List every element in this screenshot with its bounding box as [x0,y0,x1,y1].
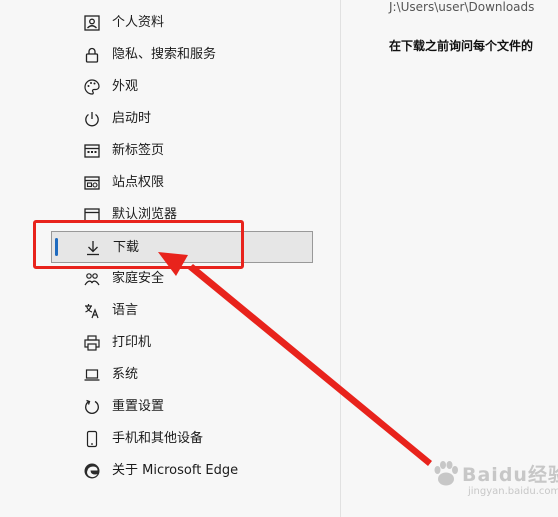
sidebar-item-appearance[interactable]: 外观 [51,71,313,103]
sidebar-item-reset[interactable]: 重置设置 [51,391,313,423]
sidebar-item-label: 打印机 [112,335,152,350]
sidebar-item-printers[interactable]: 打印机 [51,327,313,359]
sidebar-item-label: 启动时 [112,111,152,126]
sidebar-item-startup[interactable]: 启动时 [51,103,313,135]
baidu-paw-icon [434,461,458,486]
watermark-text: Baidu经验 [462,464,558,486]
sidebar-item-label: 默认浏览器 [112,207,178,222]
sidebar-item-about[interactable]: 关于 Microsoft Edge [51,455,313,487]
active-indicator [55,238,58,256]
sidebar-item-label: 系统 [112,367,139,382]
downloads-settings-panel: J:\Users\user\Downloads 在下载之前询问每个文件的 [341,0,558,517]
download-location-path: J:\Users\user\Downloads [389,0,535,14]
watermark-url: jingyan.baidu.com [468,486,558,497]
sidebar-item-downloads[interactable]: 下载 [51,231,313,263]
baidu-watermark: Baidu经验 jingyan.baidu.com [428,455,558,505]
new-tab-icon [84,144,100,158]
printer-icon [84,335,100,351]
sidebar-item-label: 家庭安全 [112,271,165,286]
sidebar-item-system[interactable]: 系统 [51,359,313,391]
sidebar-item-label: 站点权限 [112,175,165,190]
reset-icon [85,399,99,414]
ask-before-download-setting-label: 在下载之前询问每个文件的 [389,39,534,53]
sidebar-item-label: 重置设置 [112,399,165,414]
laptop-icon [84,369,100,381]
browser-icon [84,208,100,222]
edge-logo-icon [84,463,100,479]
sidebar-item-language[interactable]: 语言 [51,295,313,327]
palette-icon [84,79,100,95]
sidebar-item-label: 手机和其他设备 [112,431,204,446]
download-icon [87,241,99,256]
lock-icon [85,47,99,63]
sidebar-item-new-tab[interactable]: 新标签页 [51,135,313,167]
sidebar-item-default-browser[interactable]: 默认浏览器 [51,199,313,231]
site-permissions-icon [84,176,100,190]
sidebar-item-label: 语言 [112,303,139,318]
sidebar-item-label: 外观 [112,79,139,94]
sidebar-item-label: 个人资料 [112,15,165,30]
language-icon [85,304,99,319]
sidebar-item-label: 下载 [113,240,140,255]
sidebar-item-family-safety[interactable]: 家庭安全 [51,263,313,295]
profile-icon [84,15,100,31]
phone-icon [86,430,98,448]
sidebar-item-label: 关于 Microsoft Edge [112,463,239,478]
sidebar-item-label: 新标签页 [112,143,165,158]
settings-sidebar: 个人资料 隐私、搜索和服务 外观 启动时 新标签页 站点权限 默认浏览器 下载 … [0,0,340,517]
sidebar-item-label: 隐私、搜索和服务 [112,47,217,62]
sidebar-item-privacy[interactable]: 隐私、搜索和服务 [51,39,313,71]
sidebar-item-devices[interactable]: 手机和其他设备 [51,423,313,455]
family-icon [84,273,100,286]
power-icon [85,112,99,127]
sidebar-item-profile[interactable]: 个人资料 [51,7,313,39]
sidebar-item-site-permissions[interactable]: 站点权限 [51,167,313,199]
